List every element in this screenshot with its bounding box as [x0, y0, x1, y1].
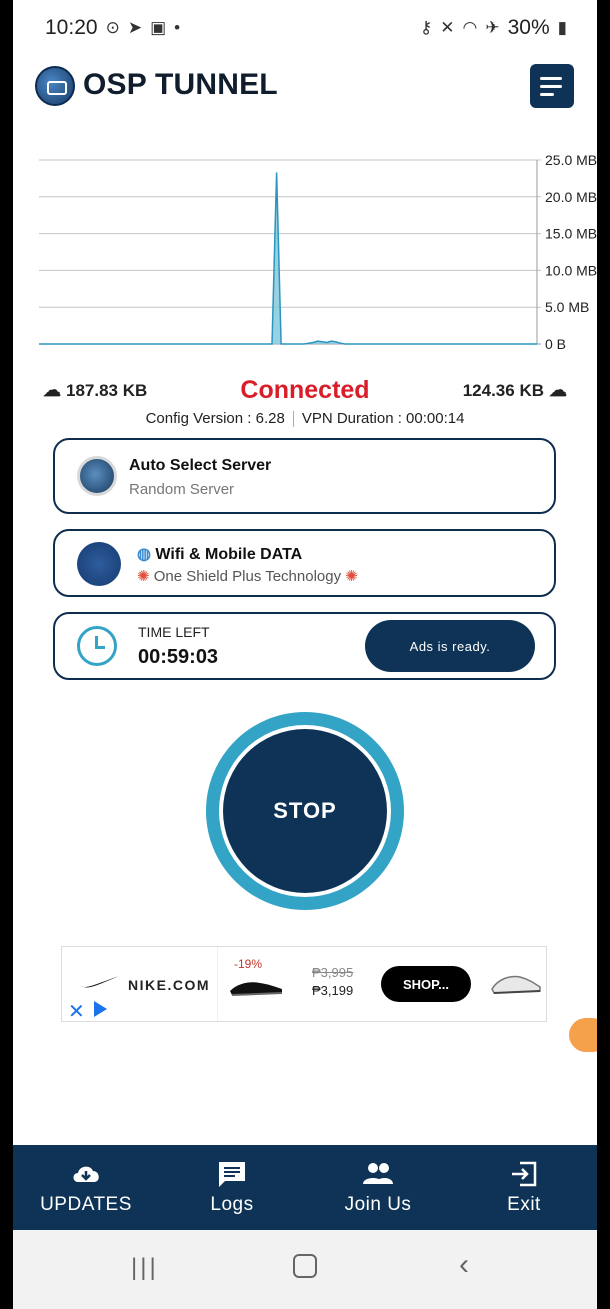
y-tick-label: 15.0 MB — [545, 226, 597, 242]
ad-old-price: ₱3,995 — [312, 965, 354, 980]
back-button[interactable]: ‹ — [459, 1248, 469, 1282]
time-left-value: 00:59:03 — [138, 646, 219, 668]
group-icon — [363, 1162, 393, 1184]
app-logo-icon — [35, 66, 75, 106]
stop-button-ring: STOP — [206, 712, 404, 910]
nav-exit[interactable]: Exit — [451, 1145, 597, 1230]
network-title: ◍ Wifi & Mobile DATA — [137, 544, 302, 564]
home-button[interactable] — [293, 1254, 317, 1278]
battery-percent: 30% — [507, 16, 550, 39]
nav-logs[interactable]: Logs — [159, 1145, 305, 1230]
nav-updates[interactable]: UPDATES — [13, 1145, 159, 1230]
traffic-stats: ☁ 187.83 KB Connected 124.36 KB ☁ — [13, 374, 597, 410]
status-bar: 10:20 ⊙ ➤ ▣ • ⚷ ✕ ◠ ✈ 30% ▮ — [13, 0, 597, 56]
network-subtitle: ✺ One Shield Plus Technology ✺ — [137, 567, 358, 585]
app-title: OSP TUNNEL — [83, 68, 278, 101]
ad-banner[interactable]: NIKE.COM ✕ -19% ₱3,995 ₱3,199 SHOP... — [61, 946, 547, 1024]
file-icon — [77, 542, 121, 586]
vpn-key-icon: ⚷ — [419, 18, 433, 37]
traffic-area — [39, 172, 537, 344]
battery-icon: ▮ — [557, 18, 567, 37]
alarm-icon: ⊙ — [105, 18, 120, 37]
nav-logs-label: Logs — [210, 1193, 254, 1215]
recent-apps-button[interactable]: ||| — [131, 1254, 159, 1282]
server-select-card[interactable]: Auto Select Server Random Server — [53, 438, 556, 514]
y-tick-label: 0 B — [545, 336, 566, 352]
nav-exit-label: Exit — [507, 1193, 541, 1215]
time-left-label: TIME LEFT — [138, 624, 210, 640]
globe-emoji-icon: ◍ — [137, 546, 151, 563]
network-card[interactable]: ◍ Wifi & Mobile DATA ✺ One Shield Plus T… — [53, 529, 556, 597]
config-version: Config Version : 6.28 — [145, 410, 285, 427]
exit-icon — [512, 1161, 537, 1186]
ad-choices-icon[interactable] — [94, 1001, 107, 1017]
wifi-icon: ◠ — [462, 18, 478, 37]
phone-screen: 10:20 ⊙ ➤ ▣ • ⚷ ✕ ◠ ✈ 30% ▮ OSP TUNNEL 2… — [13, 0, 597, 1309]
divider — [292, 411, 294, 428]
y-tick-label: 10.0 MB — [545, 262, 597, 278]
floating-video-icon[interactable] — [569, 1018, 597, 1052]
globe-icon — [77, 456, 117, 496]
bottom-navigation: UPDATES Logs Join Us Exit — [13, 1145, 597, 1230]
nav-updates-label: UPDATES — [40, 1193, 132, 1215]
upload-value: 124.36 KB — [462, 380, 544, 400]
status-time: 10:20 — [45, 16, 98, 39]
traffic-chart-svg: 25.0 MB 20.0 MB 15.0 MB 10.0 MB 5.0 MB 0 B — [39, 152, 597, 352]
traffic-chart: 25.0 MB 20.0 MB 15.0 MB 10.0 MB 5.0 MB 0 B — [39, 150, 597, 355]
airplane-icon: ✈ — [485, 18, 500, 37]
network-subtitle-text: One Shield Plus Technology — [153, 568, 342, 585]
telegram-icon: ➤ — [127, 18, 143, 37]
nike-swoosh-icon — [81, 976, 119, 988]
server-subtitle: Random Server — [129, 481, 235, 498]
shoe-image — [230, 982, 283, 996]
ad-new-price: ₱3,199 — [312, 983, 354, 998]
nav-join-us[interactable]: Join Us — [305, 1145, 451, 1230]
ad-shop-button[interactable]: SHOP... — [381, 966, 471, 1002]
stop-button[interactable]: STOP — [223, 729, 387, 893]
y-tick-label: 20.0 MB — [545, 189, 597, 205]
vpn-duration: VPN Duration : 00:00:14 — [301, 410, 465, 427]
system-navigation-bar: ||| ‹ — [13, 1230, 597, 1309]
y-tick-label: 5.0 MB — [545, 299, 589, 315]
network-title-text: Wifi & Mobile DATA — [155, 546, 303, 563]
upload-stat: 124.36 KB ☁ — [463, 380, 567, 401]
cloud-download-icon — [73, 1166, 99, 1182]
y-tick-label: 25.0 MB — [545, 152, 597, 168]
ad-discount: -19% — [234, 957, 263, 971]
ads-ready-button[interactable]: Ads is ready. — [365, 620, 535, 672]
app-notification-icon: ▣ — [150, 18, 167, 37]
nav-join-us-label: Join Us — [344, 1193, 412, 1215]
stop-button-border: STOP — [219, 725, 391, 897]
anger-emoji-icon: ✺ — [137, 568, 150, 585]
shoe-image — [491, 975, 541, 994]
message-icon — [219, 1161, 245, 1187]
mute-icon: ✕ — [440, 18, 455, 37]
menu-button[interactable] — [530, 64, 574, 108]
ad-close-icon[interactable]: ✕ — [68, 999, 85, 1024]
anger-emoji-icon: ✺ — [345, 568, 358, 585]
config-info: Config Version : 6.28 VPN Duration : 00:0… — [13, 410, 597, 428]
time-left-card: TIME LEFT 00:59:03 Ads is ready. — [53, 612, 556, 680]
server-title: Auto Select Server — [129, 457, 272, 474]
cloud-upload-icon: ☁ — [549, 380, 567, 400]
app-header: OSP TUNNEL — [13, 56, 597, 126]
ad-brand: NIKE.COM — [128, 977, 210, 993]
traffic-line — [39, 172, 537, 345]
dot-icon: • — [174, 18, 181, 37]
ad-brand-panel: NIKE.COM ✕ — [62, 947, 218, 1024]
clock-icon — [77, 626, 117, 666]
